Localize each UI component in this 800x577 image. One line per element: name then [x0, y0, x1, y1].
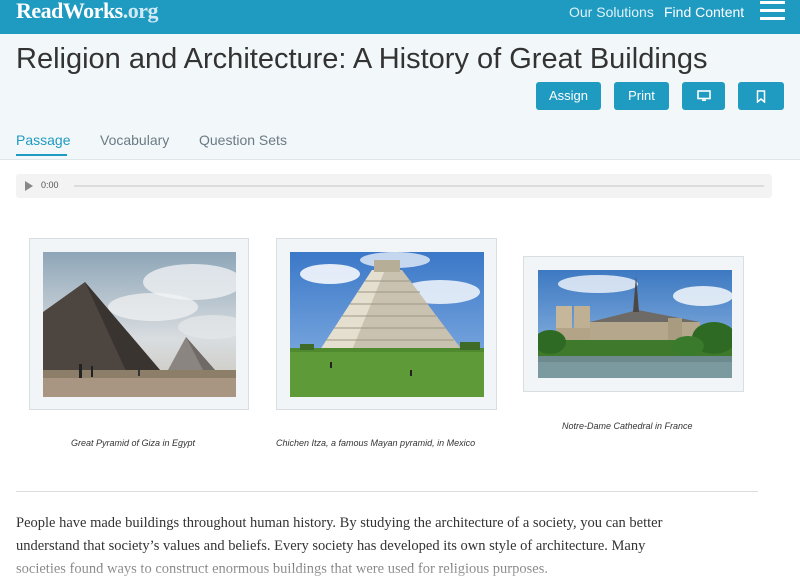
nav-our-solutions-link[interactable]: Our Solutions — [569, 4, 654, 20]
giza-pyramid-image — [43, 252, 236, 397]
lesson-header: Religion and Architecture: A History of … — [0, 34, 800, 160]
tab-passage[interactable]: Passage — [16, 132, 70, 148]
bookmark-icon — [756, 90, 766, 104]
audio-player: 0:00 — [16, 174, 772, 198]
nav-find-content-link[interactable]: Find Content — [664, 4, 744, 20]
tab-vocabulary[interactable]: Vocabulary — [100, 132, 169, 148]
hamburger-icon[interactable] — [760, 1, 785, 21]
assign-button[interactable]: Assign — [536, 82, 601, 110]
play-icon[interactable] — [25, 181, 33, 191]
monitor-icon — [696, 90, 711, 101]
print-button[interactable]: Print — [614, 82, 669, 110]
passage-line-1: People have made buildings throughout hu… — [16, 515, 663, 531]
notre-dame-image — [538, 270, 732, 378]
chichen-itza-image — [290, 252, 484, 397]
passage-text: People have made buildings throughout hu… — [16, 512, 786, 577]
figure-caption-chichen-itza: Chichen Itza, a famous Mayan pyramid, in… — [276, 438, 476, 448]
present-button[interactable] — [682, 82, 725, 110]
bookmark-button[interactable] — [738, 82, 784, 110]
figure-caption-notre-dame: Notre-Dame Cathedral in France — [562, 421, 693, 431]
section-divider — [16, 491, 758, 492]
figure-chichen-itza — [276, 238, 497, 410]
figure-caption-giza: Great Pyramid of Giza in Egypt — [71, 438, 196, 448]
figure-giza — [29, 238, 249, 410]
passage-line-2: understand that society’s values and bel… — [16, 538, 646, 554]
tab-question-sets[interactable]: Question Sets — [199, 132, 287, 148]
logo-text: ReadWorks — [16, 0, 123, 23]
page-title: Religion and Architecture: A History of … — [16, 43, 708, 75]
passage-line-3: societies found ways to construct enormo… — [16, 561, 548, 577]
figure-notre-dame — [523, 256, 744, 392]
readworks-logo[interactable]: ReadWorks.org — [16, 0, 159, 24]
active-tab-indicator — [16, 154, 67, 156]
logo-suffix: .org — [122, 0, 159, 23]
top-navigation-bar: ReadWorks.org Our Solutions Find Content — [0, 0, 800, 34]
audio-progress-track[interactable] — [74, 185, 764, 187]
audio-time: 0:00 — [41, 180, 59, 190]
